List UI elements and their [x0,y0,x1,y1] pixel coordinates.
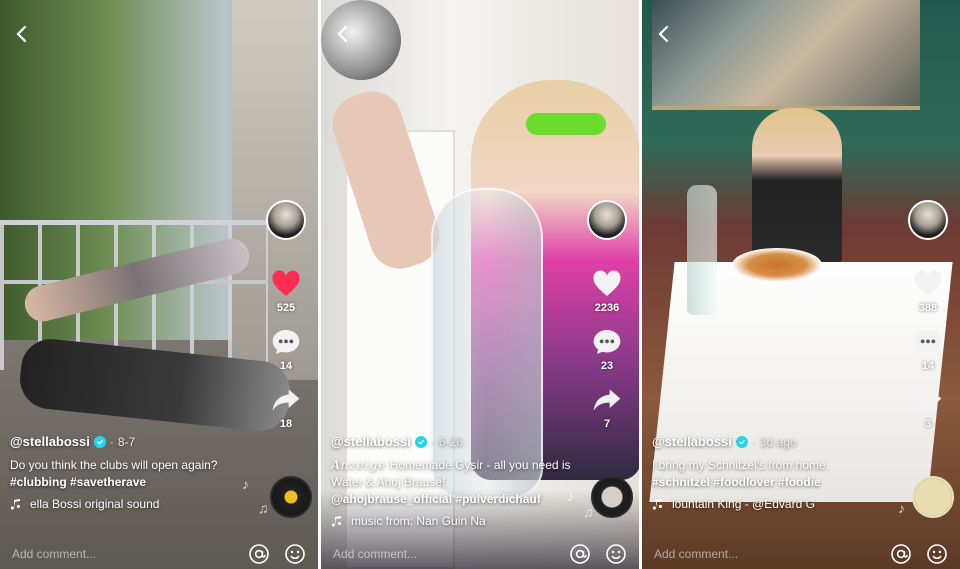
share-count: 18 [279,418,293,430]
avatar[interactable] [266,200,306,240]
back-arrow-icon[interactable] [333,24,353,44]
emoji-icon[interactable] [605,543,627,565]
sound-disc-icon[interactable] [912,476,954,518]
comment-bar: Add comment... [0,539,318,569]
comment-button[interactable]: 14 [270,326,302,372]
like-count: 525 [276,302,296,314]
username[interactable]: @stellabossi [10,434,90,449]
share-button[interactable]: 18 [270,384,302,430]
action-sidebar: 388 14 3 [904,200,952,442]
comment-input[interactable]: Add comment... [333,547,555,561]
mention-icon[interactable] [569,543,591,565]
verified-badge-icon [735,435,748,448]
verified-badge-icon [93,435,106,448]
video-post-3[interactable]: 388 14 3 @stellabossi · 3d ago I bring m… [642,0,960,569]
post-date-separator: · [109,434,114,449]
share-arrow-icon [272,389,300,411]
like-button[interactable]: 525 [270,268,302,314]
username-row[interactable]: @stellabossi · 3d ago [652,434,902,449]
avatar[interactable] [587,200,627,240]
heart-icon [914,270,942,296]
description: I bring my Schnitzel's from home. [652,458,830,472]
emoji-icon[interactable] [284,543,306,565]
comment-count: 23 [600,360,614,372]
hashtags[interactable]: #schnitzel #foodlover #foodie [652,474,902,491]
comment-bar: Add comment... [642,539,960,569]
comment-input[interactable]: Add comment... [12,547,234,561]
post-date-separator: · [430,434,435,449]
like-count: 2236 [594,302,620,314]
hashtags[interactable]: @ahojbrause_official #pulverdichauf [331,491,581,508]
like-count: 388 [918,302,938,314]
video-post-1[interactable]: 525 14 18 @stellabossi · 8-7 Do you thin… [0,0,318,569]
share-count: 3 [924,418,932,430]
music-note-icon [10,499,20,510]
username-row[interactable]: @stellabossi · 8-7 [10,434,260,449]
music-note-icon [331,516,341,527]
floating-note-icon: ♪ [242,476,249,492]
sound-row[interactable]: ella Bossi original sound [10,497,260,511]
verified-badge-icon [414,435,427,448]
post-date: 8-7 [117,434,136,449]
share-count: 7 [603,418,611,430]
painting [652,0,920,110]
description: Do you think the clubs will open again? [10,458,218,472]
username[interactable]: @stellabossi [652,434,732,449]
comment-count: 14 [921,360,935,372]
floating-note-icon: ♫ [583,504,594,520]
green-sunglasses [526,113,606,135]
share-button[interactable]: 7 [591,384,623,430]
share-button[interactable]: 3 [912,384,944,430]
sound-title: music from: Nan Guin Na [351,514,486,528]
sound-disc-icon[interactable] [591,476,633,518]
video-caption: @stellabossi · 6-26 Anzeige Homemade Gys… [331,434,581,528]
tiktok-feed-collage: 525 14 18 @stellabossi · 8-7 Do you thin… [0,0,960,569]
username-row[interactable]: @stellabossi · 6-26 [331,434,581,449]
woman-at-table [752,108,842,268]
description: Anzeige Homemade Gysir - all you need is… [331,457,581,491]
sound-row[interactable]: lountain King - @Edvard G [652,497,902,511]
mention-icon[interactable] [890,543,912,565]
floating-note-icon: ♫ [258,500,269,516]
share-arrow-icon [914,389,942,411]
post-date-separator: · [751,434,756,449]
mention-icon[interactable] [248,543,270,565]
music-note-icon [652,499,662,510]
username[interactable]: @stellabossi [331,434,411,449]
floating-note-icon: ♪ [567,488,574,504]
floating-note-icon: ♪ [898,500,905,516]
video-post-2[interactable]: 2236 23 7 @stellabossi · 6-26 Anzeige Ho… [321,0,639,569]
comment-bubble-icon [593,330,621,354]
comment-button[interactable]: 23 [591,326,623,372]
action-sidebar: 2236 23 7 [583,200,631,442]
like-button[interactable]: 388 [912,268,944,314]
schnitzel-plate [732,248,822,282]
ad-label: Anzeige [331,458,387,472]
sound-disc-icon[interactable] [270,476,312,518]
water-bottle [687,185,717,315]
comment-button[interactable]: 14 [912,326,944,372]
heart-icon [593,270,621,296]
sound-title: ella Bossi original sound [30,497,160,511]
video-caption: @stellabossi · 3d ago I bring my Schnitz… [652,434,902,511]
comment-bubble-icon [272,330,300,354]
comment-input[interactable]: Add comment... [654,547,876,561]
sound-title: lountain King - @Edvard G [672,497,815,511]
avatar[interactable] [908,200,948,240]
action-sidebar: 525 14 18 [262,200,310,442]
sound-row[interactable]: music from: Nan Guin Na [331,514,581,528]
post-date: 6-26 [438,434,463,449]
back-arrow-icon[interactable] [654,24,674,44]
post-date: 3d ago [759,434,797,449]
comment-bar: Add comment... [321,539,639,569]
comment-count: 14 [279,360,293,372]
emoji-icon[interactable] [926,543,948,565]
hashtags[interactable]: #clubbing #savetherave [10,474,260,491]
video-caption: @stellabossi · 8-7 Do you think the club… [10,434,260,511]
heart-icon [272,270,300,296]
share-arrow-icon [593,389,621,411]
back-arrow-icon[interactable] [12,24,32,44]
like-button[interactable]: 2236 [591,268,623,314]
comment-bubble-icon [914,330,942,354]
